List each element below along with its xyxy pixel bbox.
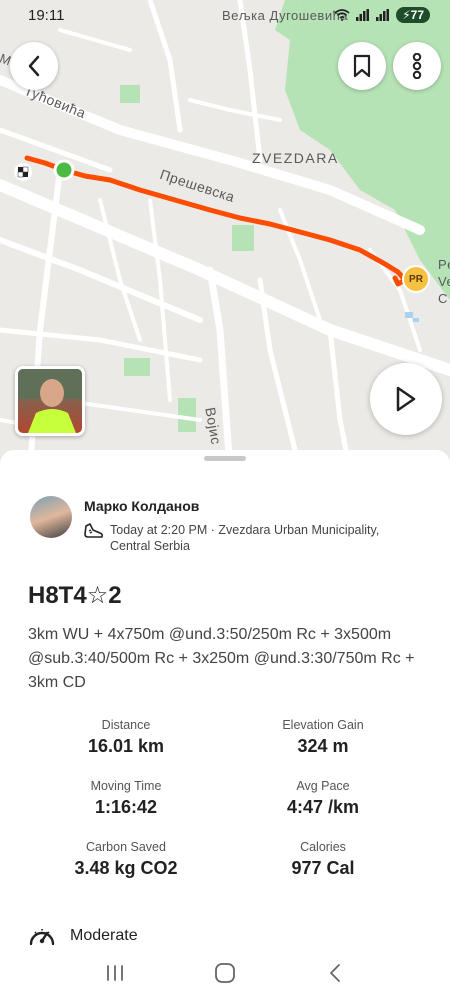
map-district-label: ZVEZDARA (252, 150, 339, 166)
stat-distance: Distance 16.01 km (26, 718, 226, 757)
stat-moving-time: Moving Time 1:16:42 (26, 779, 226, 818)
system-back-button[interactable] (315, 953, 355, 993)
running-shoe-icon (84, 523, 104, 538)
stat-value: 3.48 kg CO2 (74, 858, 178, 878)
athlete-header[interactable]: Марко Колданов Today at 2:20 PM · Zvezda… (30, 496, 400, 554)
stat-value: 1:16:42 (94, 797, 158, 817)
home-icon (215, 962, 235, 983)
athlete-name[interactable]: Марко Колданов (84, 498, 400, 514)
more-vertical-icon (412, 53, 422, 79)
stat-elevation-gain: Elevation Gain 324 m (223, 718, 423, 757)
person-photo-icon (18, 369, 82, 433)
stat-avg-pace: Avg Pace 4:47 /km (223, 779, 423, 818)
status-icons: ⚡77 (334, 7, 430, 23)
stat-value: 4:47 /km (286, 797, 360, 817)
stat-label: Elevation Gain (282, 718, 364, 732)
stat-calories: Calories 977 Cal (223, 840, 423, 879)
map-poi-label: Pe (438, 257, 450, 272)
system-navigation-bar (0, 945, 450, 1000)
wifi-icon (334, 9, 350, 21)
stat-value: 16.01 km (87, 736, 165, 756)
chevron-left-icon (28, 55, 40, 77)
stat-value: 977 Cal (291, 858, 355, 878)
effort-label: Moderate (70, 927, 138, 944)
stat-label: Moving Time (90, 779, 162, 793)
bookmark-icon (353, 54, 371, 78)
play-flyover-button[interactable] (370, 363, 442, 435)
avatar[interactable] (30, 496, 72, 538)
pr-badge-icon[interactable]: PR (402, 265, 430, 293)
stat-label: Distance (101, 718, 151, 732)
stat-label: Calories (300, 840, 346, 854)
activity-meta: Today at 2:20 PM · Zvezdara Urban Munici… (110, 523, 380, 553)
stat-carbon-saved: Carbon Saved 3.48 kg CO2 (26, 840, 226, 879)
recent-apps-button[interactable] (95, 953, 135, 993)
activity-details-sheet[interactable]: Марко Колданов Today at 2:20 PM · Zvezda… (0, 450, 450, 950)
chevron-left-icon (330, 963, 340, 982)
battery-level: 77 (410, 8, 424, 22)
battery-icon: ⚡77 (396, 7, 430, 23)
sheet-drag-handle[interactable] (204, 456, 246, 461)
activity-description: 3km WU + 4x750m @und.3:50/250m Rc + 3x50… (28, 626, 415, 691)
stat-label: Avg Pace (296, 779, 350, 793)
home-button[interactable] (205, 953, 245, 993)
status-bar: 19:11 ⚡77 (0, 0, 450, 30)
more-options-button[interactable] (393, 42, 441, 90)
back-button[interactable] (10, 42, 58, 90)
status-time: 19:11 (28, 6, 65, 24)
activity-photo-thumbnail[interactable] (15, 366, 85, 436)
map-poi-label: C (438, 291, 448, 306)
play-icon (396, 386, 416, 412)
stat-label: Carbon Saved (86, 840, 166, 854)
signal-icon (376, 9, 390, 21)
stat-value: 324 m (297, 736, 349, 756)
recent-apps-icon (107, 964, 123, 981)
activity-title: H8T4☆2 (28, 582, 122, 609)
bookmark-button[interactable] (338, 42, 386, 90)
map-poi-label: Ve (438, 274, 450, 289)
signal-icon (356, 9, 370, 21)
